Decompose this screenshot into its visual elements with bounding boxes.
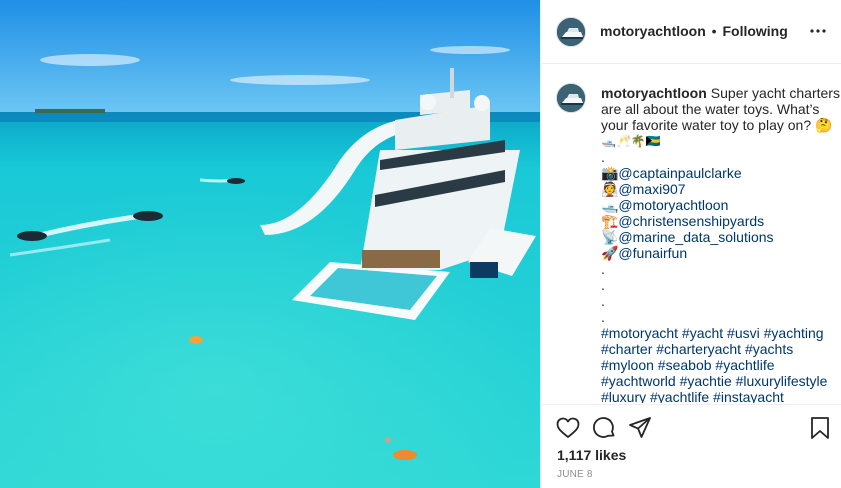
post-actions-bar: 1,117 likes JUNE 8 [541, 404, 841, 488]
caption-hashtags[interactable]: #myloon #seabob #yachtlife [601, 357, 831, 373]
caption-mention[interactable]: 🚀@funairfun [601, 245, 831, 261]
caption-hashtags[interactable]: #luxury #yachtlife #instayacht [601, 389, 831, 403]
caption-hashtags[interactable]: #yachtworld #yachtie #luxurylifestyle [601, 373, 831, 389]
caption-mention[interactable]: 📸@captainpaulclarke [601, 165, 831, 181]
post-caption: motoryachtloon Super yacht charters are a… [601, 85, 840, 403]
separator-dot: • [711, 23, 717, 39]
share-icon[interactable] [627, 415, 653, 441]
yacht-avatar-icon [557, 18, 585, 46]
avatar[interactable] [556, 17, 586, 47]
more-options-icon[interactable] [808, 24, 828, 38]
post-header: motoryachtloon • Following [541, 0, 841, 64]
instagram-post: motoryachtloon • Following motoryachtloo… [0, 0, 841, 488]
caption-dot-line: . [601, 149, 605, 165]
caption-username[interactable]: motoryachtloon [601, 85, 707, 101]
caption-dot-line: . [601, 277, 605, 293]
caption-text-line: your favorite water toy to play on? 🤔 [601, 117, 833, 133]
caption-text-line: are all about the water toys. What’s [601, 101, 820, 117]
caption-mention[interactable]: 👰@maxi907 [601, 181, 831, 197]
follow-status-button[interactable]: Following [722, 23, 787, 39]
caption-dot-line: . [601, 293, 605, 309]
comments-section[interactable]: motoryachtloon Super yacht charters are a… [541, 65, 841, 403]
heart-icon[interactable] [555, 415, 581, 441]
yacht-photo [0, 0, 540, 488]
caption-dot-line: . [601, 309, 605, 325]
header-user-line: motoryachtloon • Following [600, 22, 788, 40]
caption-emoji-line: 🛥️🥂🌴🇧🇸 [601, 134, 661, 148]
caption-first-line: motoryachtloon Super yacht charters [601, 85, 840, 101]
caption-avatar[interactable] [556, 83, 586, 113]
caption-mention[interactable]: 📡@marine_data_solutions [601, 229, 831, 245]
caption-mention[interactable]: 🛥️@motoryachtloon [601, 197, 831, 213]
caption-dot-line: . [601, 261, 605, 277]
caption-hashtags[interactable]: #charter #charteryacht #yachts [601, 341, 831, 357]
likes-count[interactable]: 1,117 likes [557, 446, 626, 464]
caption-hashtags[interactable]: #motoryacht #yacht #usvi #yachting [601, 325, 831, 341]
post-date[interactable]: JUNE 8 [557, 469, 593, 481]
bookmark-icon[interactable] [807, 415, 833, 441]
post-photo[interactable] [0, 0, 540, 488]
caption-mention[interactable]: 🏗️@christensenshipyards [601, 213, 831, 229]
comment-icon[interactable] [591, 415, 617, 441]
caption-text-line: Super yacht charters [710, 85, 840, 101]
yacht-avatar-icon [557, 84, 585, 112]
header-username[interactable]: motoryachtloon [600, 23, 706, 39]
post-details-panel: motoryachtloon • Following motoryachtloo… [540, 0, 841, 488]
